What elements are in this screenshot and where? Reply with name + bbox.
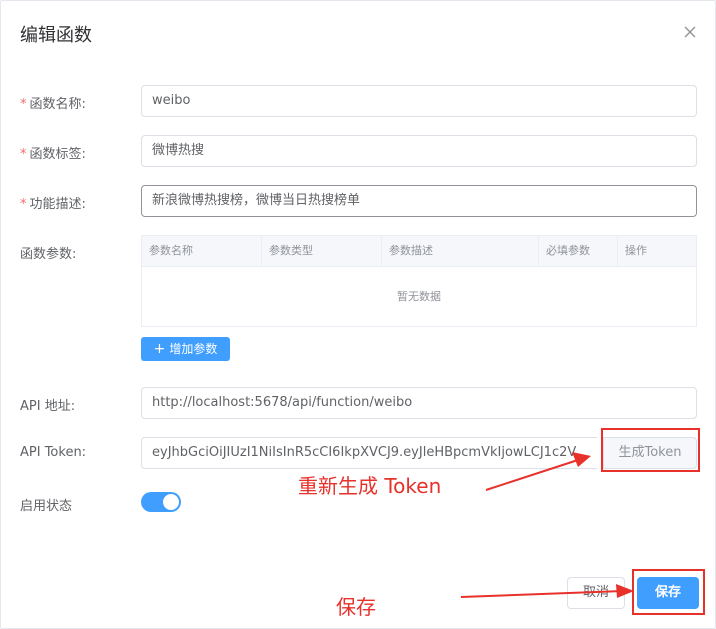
function-params-label: 函数参数: [20,247,77,262]
save-annotation: 保存 [336,595,376,619]
api-token-label: API Token: [20,445,87,460]
close-icon[interactable] [683,25,697,39]
function-tag-label: * 函数标签: [20,147,86,162]
plus-icon: + [153,341,166,357]
toggle-knob [163,494,179,510]
function-tag-input[interactable]: 微博热搜 [141,135,697,167]
params-table: 参数名称 参数类型 参数描述 必填参数 操作 暂无数据 [141,235,697,327]
function-desc-input[interactable]: 新浪微博热搜榜，微博当日热搜榜单 [141,185,697,217]
generate-token-highlight [601,428,700,472]
params-table-header: 参数名称 参数类型 参数描述 必填参数 操作 [142,236,696,267]
edit-function-dialog: 编辑函数 * 函数名称: weibo * 函数标签: 微博热搜 * 功能描述: 新浪微… [0,0,716,629]
function-desc-label: * 功能描述: [20,197,86,212]
api-url-label: API 地址: [20,399,76,414]
status-toggle[interactable] [141,492,181,512]
regenerate-token-annotation: 重新生成 Token [298,474,442,498]
col-param-required: 必填参数 [539,236,618,266]
function-name-label: * 函数名称: [20,97,86,112]
function-name-input[interactable]: weibo [141,85,697,117]
add-param-button[interactable]: + 增加参数 [141,337,230,361]
empty-text: 暂无数据 [397,290,441,303]
api-token-input[interactable]: eyJhbGciOiJIUzI1NiIsInR5cCI6IkpXVCJ9.eyJ… [141,437,597,469]
cancel-button[interactable]: 取消 [567,577,625,609]
col-param-desc: 参数描述 [382,236,539,266]
status-label: 启用状态 [20,499,73,514]
save-highlight [632,569,705,615]
dialog-title: 编辑函数 [20,25,92,46]
col-actions: 操作 [625,244,647,257]
col-param-type: 参数类型 [262,236,382,266]
col-param-name: 参数名称 [142,236,262,266]
api-url-input[interactable]: http://localhost:5678/api/function/weibo [141,387,697,419]
